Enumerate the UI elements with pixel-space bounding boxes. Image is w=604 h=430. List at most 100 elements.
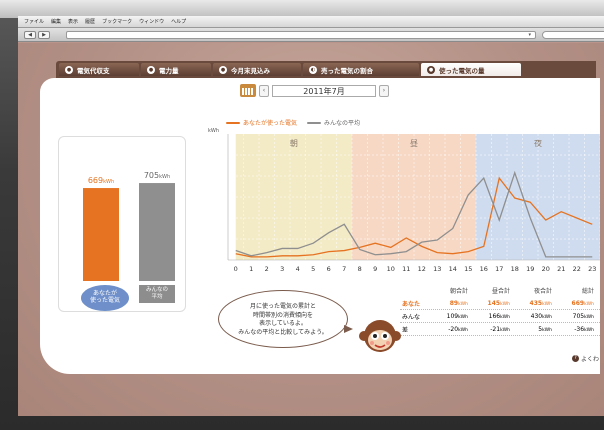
all-bar-label: みんなの 平均 bbox=[139, 285, 175, 303]
search-field[interactable] bbox=[542, 31, 604, 39]
x-tick-label: 7 bbox=[342, 265, 346, 273]
summary-unit: kWh bbox=[458, 301, 468, 307]
x-tick-label: 1 bbox=[249, 265, 253, 273]
summary-unit: kWh bbox=[542, 327, 552, 333]
summary-header: 朝合計 昼合計 夜合計 総計 bbox=[400, 284, 600, 297]
x-tick-label: 16 bbox=[480, 265, 488, 273]
summary-cell: 430kWh bbox=[514, 313, 556, 320]
address-dropdown-icon[interactable]: ▾ bbox=[528, 32, 531, 38]
tab-bar: ● 電気代収支 ● 電力量 ● 今月末見込み ◐ 売った電気の割合 ● 使った電気の量 bbox=[56, 61, 596, 78]
x-tick-label: 19 bbox=[526, 265, 534, 273]
hourly-chart: 朝昼夜0 1 2 3 4 5 6 7 8 9 10 11 12 13 14 15 16 17 18 19 20 21 22 2… bbox=[227, 134, 600, 273]
tab-1-icon: ● bbox=[147, 65, 155, 74]
help-label: よくわ bbox=[581, 356, 600, 363]
summary-row: 差 -20kWh -21kWh 5kWh -36kWh bbox=[400, 323, 600, 336]
summary-value: 705 bbox=[572, 312, 585, 320]
x-tick-label: 6 bbox=[327, 265, 331, 273]
menu-item-3[interactable]: 履歴 bbox=[85, 18, 95, 25]
forward-button[interactable]: ▶ bbox=[38, 31, 50, 39]
tab-4-icon: ● bbox=[427, 65, 435, 74]
x-tick-label: 13 bbox=[433, 265, 441, 273]
tab-1[interactable]: ● 電力量 bbox=[141, 63, 211, 76]
x-tick-label: 8 bbox=[358, 265, 362, 273]
x-tick-label: 20 bbox=[542, 265, 550, 273]
summary-value: -20 bbox=[448, 325, 459, 333]
summary-row-key: みんな bbox=[402, 313, 421, 321]
summary-unit: kWh bbox=[458, 314, 468, 320]
summary-value: 109 bbox=[446, 312, 459, 320]
menu-item-5[interactable]: ウィンドウ bbox=[139, 18, 164, 25]
tab-0[interactable]: ● 電気代収支 bbox=[59, 63, 139, 76]
summary-value: -36 bbox=[574, 325, 585, 333]
summary-head-cell: 夜合計 bbox=[533, 288, 552, 295]
x-tick-label: 5 bbox=[311, 265, 315, 273]
summary-cell: 145kWh bbox=[472, 300, 514, 307]
bubble-line: 月に使った電気の累計と bbox=[249, 303, 316, 310]
tab-0-label: 電気代収支 bbox=[77, 66, 110, 75]
you-bar-label: あなたが 使った電気 bbox=[81, 285, 129, 311]
x-tick-label: 15 bbox=[464, 265, 472, 273]
summary-row-key: あなた bbox=[402, 300, 421, 308]
calendar-icon[interactable] bbox=[240, 84, 256, 97]
tab-3-label: 売った電気の割合 bbox=[321, 66, 373, 75]
next-month-button[interactable]: › bbox=[379, 84, 389, 97]
you-bar-value: 669kWh bbox=[88, 176, 114, 185]
x-tick-label: 9 bbox=[373, 265, 377, 273]
summary-row-key: 差 bbox=[402, 326, 409, 334]
summary-unit: kWh bbox=[584, 301, 594, 307]
summary-head-cell: 総計 bbox=[581, 288, 594, 295]
summary-cell: 166kWh bbox=[472, 313, 514, 320]
summary-cell: 89kWh bbox=[430, 300, 472, 307]
legend-you-swatch bbox=[226, 121, 240, 124]
x-tick-label: 3 bbox=[280, 265, 284, 273]
address-bar[interactable]: ▾ bbox=[66, 31, 536, 39]
summary-unit: kWh bbox=[500, 301, 510, 307]
x-tick-label: 17 bbox=[495, 265, 503, 273]
help-icon: ? bbox=[572, 355, 579, 362]
month-label: 2011年7月 bbox=[272, 84, 376, 97]
tab-3[interactable]: ◐ 売った電気の割合 bbox=[303, 63, 419, 76]
menu-item-2[interactable]: 表示 bbox=[68, 18, 78, 25]
summary-unit: kWh bbox=[584, 327, 594, 333]
menu-item-4[interactable]: ブックマーク bbox=[102, 18, 132, 25]
speech-bubble: 月に使った電気の累計と 時間帯別の消費傾向を 表示しているよ。 みんなの平均と比較して… bbox=[218, 290, 348, 348]
all-bar-unit: kWh bbox=[159, 174, 170, 180]
summary-head-cell: 昼合計 bbox=[491, 288, 510, 295]
back-button[interactable]: ◀ bbox=[24, 31, 36, 39]
x-tick-label: 12 bbox=[418, 265, 426, 273]
summary-head-cell: 朝合計 bbox=[449, 288, 468, 295]
menu-item-6[interactable]: ヘルプ bbox=[171, 18, 186, 25]
content-panel: ‹ 2011年7月 › あなたが使った電気 みんなの平均 669kWh 705kW… bbox=[40, 78, 600, 374]
tab-2-label: 今月末見込み bbox=[231, 66, 270, 75]
menu-item-1[interactable]: 編集 bbox=[51, 18, 61, 25]
x-tick-label: 11 bbox=[402, 265, 410, 273]
monkey-mascot-icon bbox=[359, 320, 401, 352]
help-link[interactable]: ? よくわ bbox=[572, 354, 599, 363]
summary-cell: 669kWh bbox=[556, 300, 598, 307]
tab-3-icon: ◐ bbox=[309, 65, 317, 74]
summary-unit: kWh bbox=[500, 327, 510, 333]
menu-item-0[interactable]: ファイル bbox=[24, 18, 44, 25]
summary-unit: kWh bbox=[542, 301, 552, 307]
x-tick-label: 4 bbox=[296, 265, 300, 273]
menu-bar: ファイル 編集 表示 履歴 ブックマーク ウィンドウ ヘルプ bbox=[18, 16, 604, 28]
summary-value: 669 bbox=[571, 299, 585, 307]
summary-value: -21 bbox=[490, 325, 501, 333]
tab-4[interactable]: ● 使った電気の量 bbox=[421, 63, 521, 76]
you-bar bbox=[83, 188, 119, 281]
all-bar bbox=[139, 183, 175, 281]
bubble-line: みんなの平均と比較してみよう。 bbox=[238, 328, 328, 336]
bubble-line: 表示しているよ。 bbox=[259, 320, 307, 327]
bubble-line: 時間帯別の消費傾向を bbox=[252, 311, 313, 319]
summary-table: 朝合計 昼合計 夜合計 総計 あなた 89kWh 145kWh 435kWh 669kWh みんな… bbox=[400, 284, 600, 336]
summary-value: 89 bbox=[449, 299, 459, 307]
prev-month-button[interactable]: ‹ bbox=[259, 84, 269, 97]
summary-value: 166 bbox=[488, 312, 501, 320]
x-tick-label: 23 bbox=[588, 265, 596, 273]
summary-cell: -36kWh bbox=[556, 326, 598, 333]
tab-4-label: 使った電気の量 bbox=[439, 66, 485, 75]
x-tick-label: 0 bbox=[234, 265, 238, 273]
tab-2[interactable]: ● 今月末見込み bbox=[213, 63, 301, 76]
month-selector: ‹ 2011年7月 › bbox=[240, 84, 389, 97]
period-label: 朝 bbox=[290, 139, 298, 148]
